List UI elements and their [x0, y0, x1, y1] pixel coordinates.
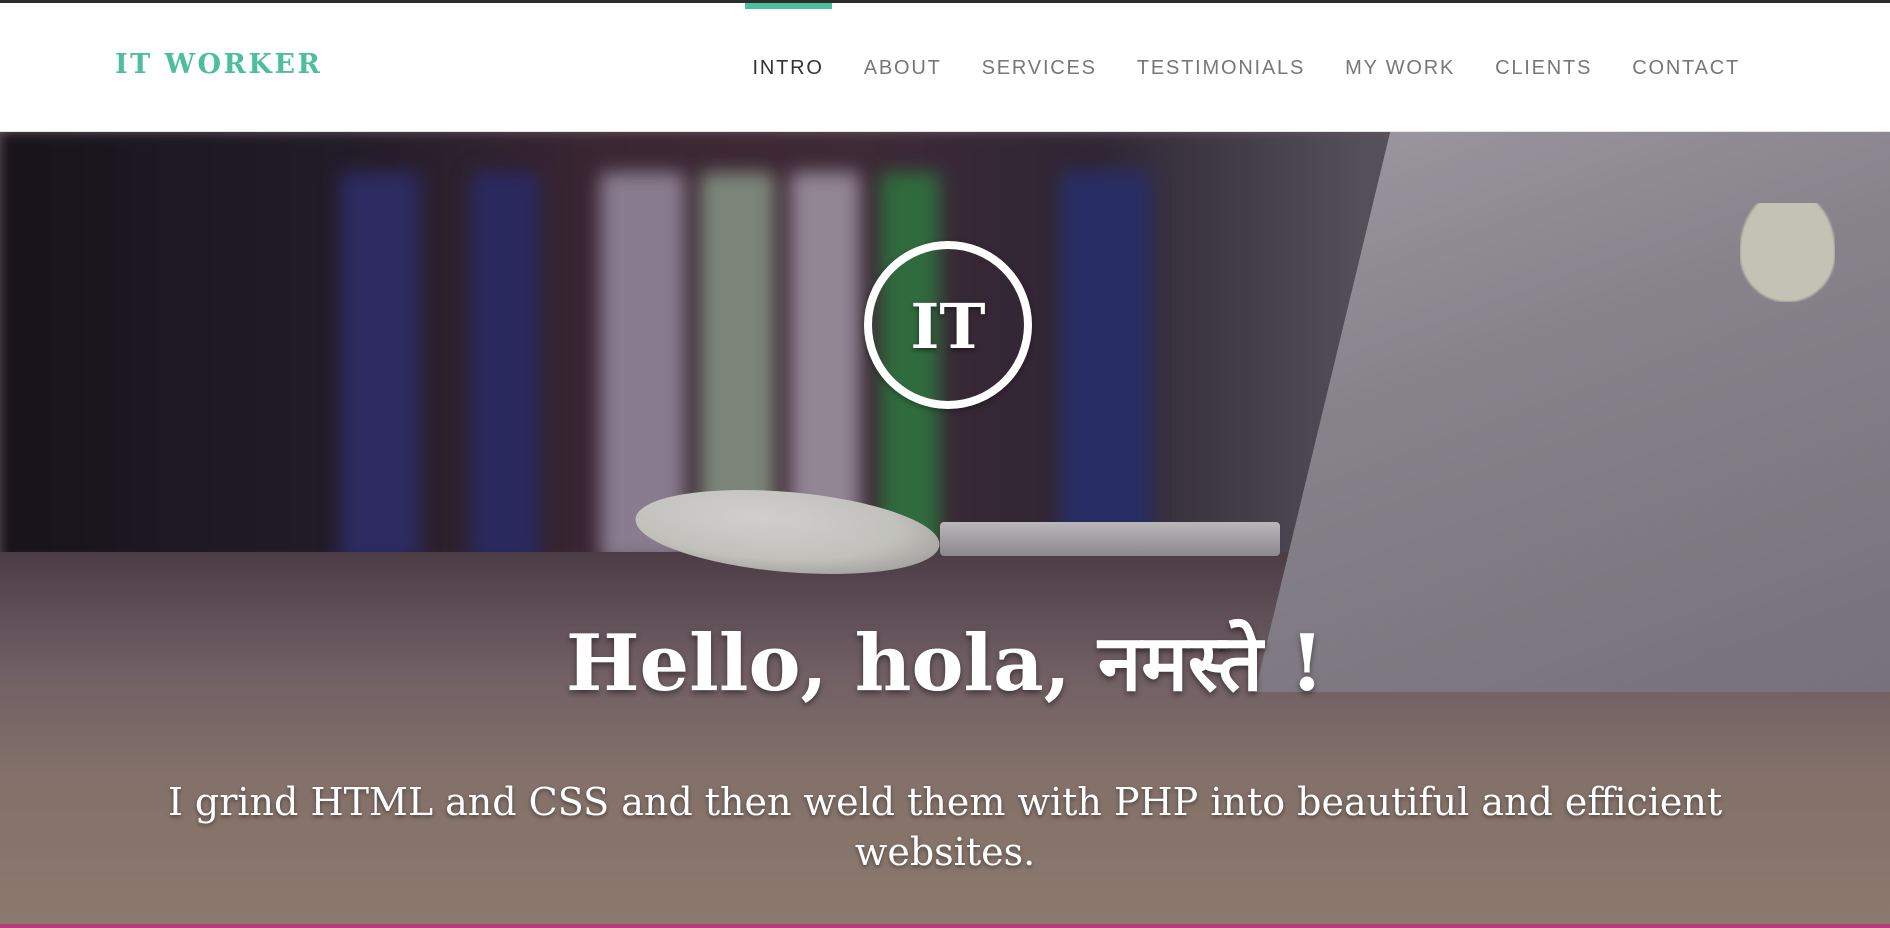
nav-item-contact[interactable]: CONTACT [1612, 3, 1760, 132]
hero-subtitle: I grind HTML and CSS and then weld them … [167, 780, 1723, 874]
hero-section: IT Hello, hola, नमस्ते ! I grind HTML an… [0, 132, 1890, 928]
hero-logo: IT [864, 241, 1032, 409]
nav-item-about[interactable]: ABOUT [844, 3, 962, 132]
hero-title: Hello, hola, नमस्ते ! [565, 618, 1325, 709]
nav-item-intro[interactable]: INTRO [733, 3, 844, 132]
nav-item-my-work[interactable]: MY WORK [1325, 3, 1475, 132]
nav-item-clients[interactable]: CLIENTS [1475, 3, 1612, 132]
nav-item-services[interactable]: SERVICES [962, 3, 1117, 132]
bottom-accent-strip [0, 924, 1890, 928]
site-header: IT WORKER INTRO ABOUT SERVICES TESTIMONI… [0, 3, 1890, 132]
hero-logo-text: IT [910, 289, 986, 363]
nav-item-testimonials[interactable]: TESTIMONIALS [1117, 3, 1325, 132]
brand-logo-link[interactable]: IT WORKER [115, 49, 322, 80]
main-nav: INTRO ABOUT SERVICES TESTIMONIALS MY WOR… [733, 3, 1760, 132]
